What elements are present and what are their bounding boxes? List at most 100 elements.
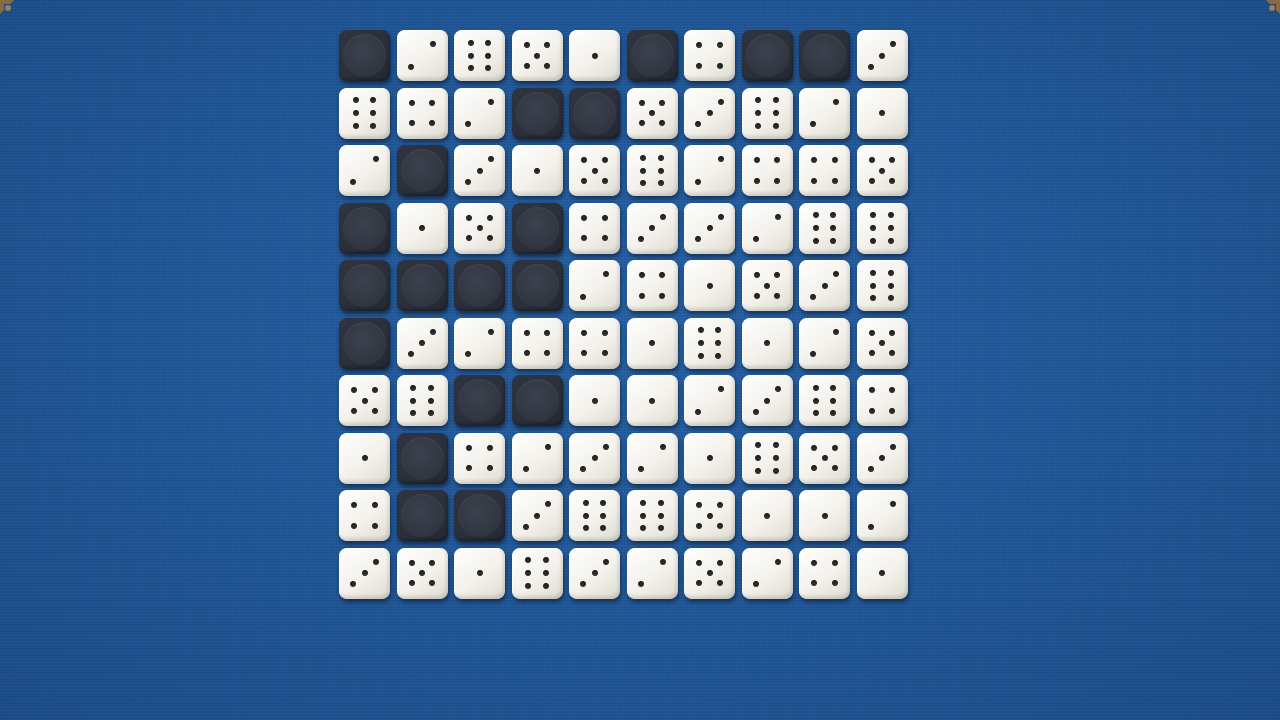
die-one[interactable] [684,432,735,484]
die-six[interactable] [454,30,505,81]
blocked-cell[interactable] [396,432,448,484]
blocked-cell[interactable] [511,260,563,311]
die-four[interactable] [569,202,620,254]
blocked-cell[interactable] [799,30,850,81]
die-four[interactable] [799,145,850,196]
blocked-cell[interactable] [339,202,390,254]
die-one[interactable] [856,87,908,139]
die-two[interactable] [799,87,850,139]
die-six[interactable] [626,145,678,196]
die-two[interactable] [626,432,678,484]
die-three[interactable] [626,202,678,254]
die-three[interactable] [856,432,908,484]
die-six[interactable] [741,432,793,484]
die-four[interactable] [684,30,735,81]
die-five[interactable] [856,145,908,196]
blocked-cell[interactable] [454,490,505,541]
die-two[interactable] [511,432,563,484]
die-five[interactable] [626,87,678,139]
die-five[interactable] [856,317,908,369]
die-one[interactable] [741,317,793,369]
die-four[interactable] [569,317,620,369]
die-four[interactable] [511,317,563,369]
die-four[interactable] [856,375,908,426]
die-four[interactable] [741,145,793,196]
die-five[interactable] [339,375,390,426]
die-one[interactable] [626,317,678,369]
die-six[interactable] [684,317,735,369]
die-one[interactable] [569,375,620,426]
die-five[interactable] [511,30,563,81]
blocked-cell[interactable] [511,87,563,139]
die-four[interactable] [396,87,448,139]
blocked-cell[interactable] [396,145,448,196]
die-four[interactable] [626,260,678,311]
blocked-cell[interactable] [339,260,390,311]
die-six[interactable] [569,490,620,541]
die-one[interactable] [684,260,735,311]
die-six[interactable] [626,490,678,541]
die-one[interactable] [396,202,448,254]
die-one[interactable] [569,30,620,81]
die-one[interactable] [511,145,563,196]
die-two[interactable] [684,375,735,426]
blocked-cell[interactable] [626,30,678,81]
die-two[interactable] [626,547,678,599]
die-three[interactable] [454,145,505,196]
die-six[interactable] [741,87,793,139]
die-two[interactable] [856,490,908,541]
die-three[interactable] [569,432,620,484]
blocked-cell[interactable] [454,375,505,426]
blocked-cell[interactable] [396,490,448,541]
die-three[interactable] [569,547,620,599]
die-six[interactable] [799,375,850,426]
die-three[interactable] [856,30,908,81]
die-six[interactable] [511,547,563,599]
die-two[interactable] [454,87,505,139]
die-five[interactable] [799,432,850,484]
blocked-cell[interactable] [339,317,390,369]
die-five[interactable] [454,202,505,254]
die-two[interactable] [339,145,390,196]
die-one[interactable] [454,547,505,599]
die-six[interactable] [856,202,908,254]
die-three[interactable] [799,260,850,311]
die-five[interactable] [684,490,735,541]
die-three[interactable] [511,490,563,541]
die-five[interactable] [396,547,448,599]
die-three[interactable] [684,202,735,254]
die-two[interactable] [454,317,505,369]
die-one[interactable] [856,547,908,599]
blocked-cell[interactable] [569,87,620,139]
die-one[interactable] [626,375,678,426]
die-five[interactable] [741,260,793,311]
die-two[interactable] [741,202,793,254]
die-two[interactable] [396,30,448,81]
die-six[interactable] [799,202,850,254]
die-six[interactable] [856,260,908,311]
die-three[interactable] [396,317,448,369]
die-one[interactable] [339,432,390,484]
die-one[interactable] [741,490,793,541]
die-four[interactable] [799,547,850,599]
die-six[interactable] [339,87,390,139]
die-two[interactable] [741,547,793,599]
die-four[interactable] [339,490,390,541]
die-one[interactable] [799,490,850,541]
blocked-cell[interactable] [396,260,448,311]
blocked-cell[interactable] [339,30,390,81]
die-four[interactable] [454,432,505,484]
blocked-cell[interactable] [511,375,563,426]
blocked-cell[interactable] [454,260,505,311]
die-two[interactable] [799,317,850,369]
die-three[interactable] [339,547,390,599]
die-three[interactable] [741,375,793,426]
die-three[interactable] [684,87,735,139]
die-two[interactable] [684,145,735,196]
die-two[interactable] [569,260,620,311]
blocked-cell[interactable] [511,202,563,254]
die-five[interactable] [569,145,620,196]
die-six[interactable] [396,375,448,426]
blocked-cell[interactable] [741,30,793,81]
die-five[interactable] [684,547,735,599]
